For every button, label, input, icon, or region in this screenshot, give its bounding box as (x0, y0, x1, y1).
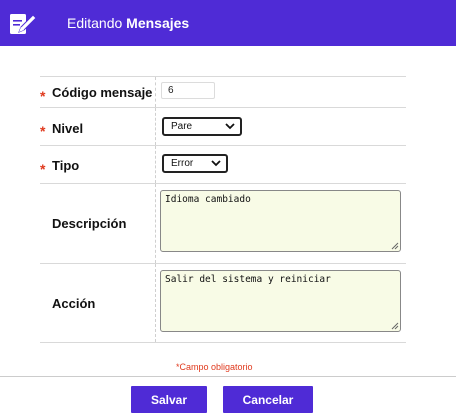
descripcion-textarea[interactable]: Idioma cambiado (160, 190, 401, 252)
window-title: Editando Mensajes (67, 15, 189, 31)
resize-grip-icon[interactable] (391, 322, 399, 330)
chevron-down-icon (211, 158, 221, 168)
form-row-codigo: * Código mensaje (40, 76, 406, 107)
column-divider (155, 146, 156, 183)
descripcion-text: Idioma cambiado (165, 194, 251, 205)
title-entity: Mensajes (126, 15, 190, 31)
column-divider (155, 77, 156, 107)
form-row-descripcion: Descripción Idioma cambiado (40, 183, 406, 263)
chevron-down-icon (225, 121, 235, 131)
nivel-label: Nivel (52, 121, 84, 136)
resize-grip-icon[interactable] (391, 242, 399, 250)
form-row-accion: Acción Salir del sistema y reiniciar (40, 263, 406, 343)
nivel-select[interactable]: Pare (162, 117, 242, 136)
required-asterisk: * (40, 161, 46, 177)
form-row-tipo: * Tipo Error (40, 145, 406, 183)
column-divider (155, 184, 156, 263)
required-asterisk: * (40, 88, 46, 104)
required-asterisk: * (40, 123, 46, 139)
accion-textarea[interactable]: Salir del sistema y reiniciar (160, 270, 401, 332)
codigo-input[interactable] (161, 82, 215, 99)
form-row-nivel: * Nivel Pare (40, 107, 406, 145)
title-prefix: Editando (67, 15, 123, 31)
nivel-selected-value: Pare (171, 121, 193, 132)
column-divider (155, 264, 156, 342)
descripcion-label: Descripción (52, 216, 127, 231)
tipo-label: Tipo (52, 158, 80, 173)
cancel-button[interactable]: Cancelar (223, 386, 313, 413)
title-bar: Editando Mensajes (0, 0, 456, 46)
save-button[interactable]: Salvar (131, 386, 207, 413)
accion-text: Salir del sistema y reiniciar (165, 274, 331, 285)
codigo-label: Código mensaje (52, 85, 153, 100)
edit-dialog: Editando Mensajes * Código mensaje * Niv… (0, 0, 456, 416)
footer-divider (0, 376, 456, 377)
accion-label: Acción (52, 296, 96, 311)
tipo-select[interactable]: Error (162, 154, 228, 173)
column-divider (155, 108, 156, 145)
edit-document-icon (9, 11, 37, 37)
tipo-selected-value: Error (171, 158, 194, 169)
required-field-note: *Campo obligatorio (176, 362, 253, 372)
